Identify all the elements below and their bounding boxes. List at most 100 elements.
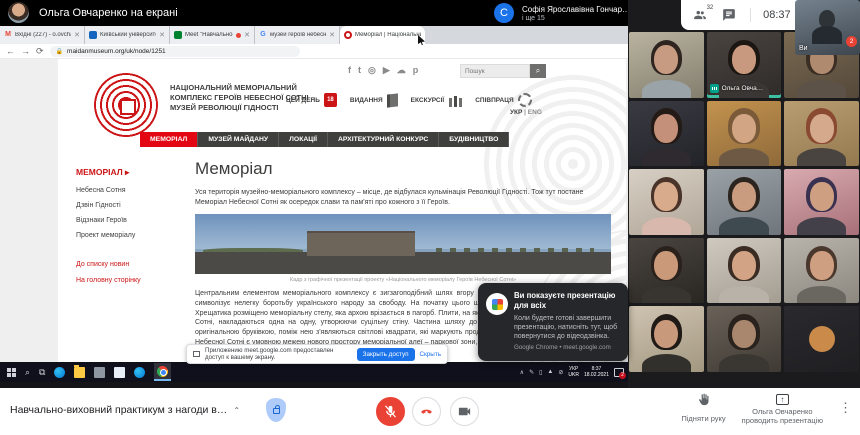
search-icon[interactable]: ⌕: [25, 367, 30, 378]
participant-tile[interactable]: [784, 100, 859, 167]
search-button[interactable]: ⌕: [530, 64, 546, 78]
network-icon[interactable]: ▲: [547, 369, 553, 375]
participant-tile[interactable]: [706, 169, 782, 235]
hide-share-bar-link[interactable]: Скрыть: [420, 351, 442, 358]
participant-tile[interactable]: [629, 32, 704, 98]
youtube-icon[interactable]: ▶: [383, 65, 390, 76]
store-icon[interactable]: [94, 366, 106, 378]
browser-toolbar: ← → ⟳ 🔒 maidanmuseum.org/uk/node/1251: [0, 44, 628, 59]
volume-muted-icon[interactable]: ⊘: [558, 369, 563, 376]
nav-memorial[interactable]: МЕМОРІАЛ: [140, 132, 199, 147]
mic-muted-button[interactable]: [376, 397, 405, 426]
participant-tile[interactable]: Ольга Овча…: [706, 32, 782, 98]
person-silhouette: [654, 45, 679, 74]
lang-eng[interactable]: ENG: [528, 109, 542, 116]
tab-close-icon[interactable]: ✕: [74, 31, 80, 39]
control-bar-right: Підняти руку ↑ Ольга Овчаренко проводить…: [681, 392, 852, 425]
mail-icon[interactable]: [114, 366, 126, 378]
menu-this-day[interactable]: ЦЕЙ ДЕНЬ 18: [286, 93, 337, 107]
notification-badge: 2: [846, 36, 857, 47]
nav-construction[interactable]: БУДІВНИЦТВО: [439, 132, 510, 147]
search-input[interactable]: [460, 64, 530, 78]
sidebar-item-hero-awards[interactable]: Відзнаки Героїв: [76, 217, 181, 224]
news-list-link[interactable]: До списку новин: [76, 261, 181, 268]
edge-icon[interactable]: [54, 366, 66, 378]
menu-excursions[interactable]: ЕКСКУРСІЇ: [411, 93, 463, 107]
host-controls-button[interactable]: [266, 398, 286, 422]
tab-close-icon[interactable]: ✕: [329, 31, 335, 39]
museum-logo-icon[interactable]: [94, 73, 158, 137]
participant-tile[interactable]: [629, 100, 704, 167]
nav-architect-contest[interactable]: АРХІТЕКТУРНИЙ КОНКУРС: [327, 132, 440, 147]
menu-publications[interactable]: ВИДАННЯ: [350, 92, 398, 108]
gmail-icon: M: [5, 31, 11, 38]
tab-close-icon[interactable]: ✕: [159, 31, 165, 39]
participant-tile[interactable]: [706, 306, 782, 372]
person-silhouette: [641, 354, 691, 372]
pen-icon[interactable]: ✎: [529, 369, 534, 376]
site-search: ⌕: [460, 64, 546, 78]
tab-google-search[interactable]: G музей героїв небесної сот… ✕: [255, 26, 340, 44]
participant-count: 32: [706, 5, 714, 11]
participant-tile[interactable]: [784, 237, 859, 304]
participant-tile[interactable]: [629, 306, 704, 372]
home-page-link[interactable]: На головну сторінку: [76, 277, 181, 284]
taskbar-language[interactable]: УКР UKR: [568, 366, 579, 378]
participant-tile[interactable]: [784, 169, 859, 235]
participant-tile-avatar-only[interactable]: [784, 306, 859, 372]
person-silhouette: [797, 79, 847, 98]
self-label: Ви: [799, 45, 808, 52]
camera-button[interactable]: [450, 397, 479, 426]
tab-university[interactable]: Київський університет іме… ✕: [85, 26, 170, 44]
forward-button[interactable]: →: [21, 46, 30, 56]
participant-tile[interactable]: [706, 100, 782, 167]
tab-gmail[interactable]: M Вхідні (227) - o.ovcharen… ✕: [0, 26, 85, 44]
chrome-taskbar-button[interactable]: [154, 363, 172, 381]
nav-maidan-museum[interactable]: МУЗЕЙ МАЙДАНУ: [198, 132, 280, 147]
participants-count-button[interactable]: 32: [693, 5, 713, 22]
start-button[interactable]: [7, 367, 16, 377]
raise-hand-button[interactable]: Підняти руку: [681, 392, 726, 423]
task-view-icon[interactable]: ⧉: [39, 367, 45, 378]
presenting-status[interactable]: ↑ Ольга Овчаренко проводить презентацію: [742, 392, 823, 425]
sidebar-item-memorial-project[interactable]: Проект меморіалу: [76, 232, 181, 239]
notification-center-icon[interactable]: 2: [614, 367, 626, 379]
pinterest-icon[interactable]: p: [413, 65, 419, 76]
soundcloud-icon[interactable]: ☁: [397, 65, 406, 76]
taskbar-tray: ∧ ✎ ▯ ▲ ⊘ УКР UKR 8:37 18.02.2021 2: [520, 366, 628, 379]
twitter-icon[interactable]: t: [358, 65, 361, 76]
popup-body: Коли будете готові завершити презентацію…: [514, 315, 618, 340]
mic-tray-icon[interactable]: ▯: [539, 369, 542, 376]
stop-sharing-button[interactable]: Закрыть доступ: [356, 347, 415, 361]
tray-expand-icon[interactable]: ∧: [520, 369, 524, 376]
edge-icon[interactable]: [134, 366, 146, 378]
person-silhouette: [641, 148, 691, 167]
lang-ukr[interactable]: УКР: [510, 109, 522, 116]
leave-call-button[interactable]: [412, 397, 441, 426]
presentation-popup[interactable]: Ви показуєте презентацію для всіх Коли б…: [478, 283, 628, 361]
participant-tile[interactable]: [706, 237, 782, 304]
sidebar-item-heavenly-hundred[interactable]: Небесна Сотня: [76, 187, 181, 194]
chat-button[interactable]: [722, 8, 738, 22]
meeting-title-button[interactable]: Навчально-виховний практикум з нагоди в……: [10, 404, 240, 416]
sidebar-item-memorial-active[interactable]: МЕМОРІАЛ ▸: [76, 167, 181, 178]
tab-memorial-active[interactable]: Меморіал | Національний…: [340, 26, 425, 44]
address-bar[interactable]: 🔒 maidanmuseum.org/uk/node/1251: [49, 45, 300, 57]
nav-locations[interactable]: ЛОКАЦІЇ: [279, 132, 328, 147]
tab-meet[interactable]: Meet "Навчально-вих…" ✕: [170, 26, 255, 44]
more-options-button[interactable]: ⋮: [839, 400, 852, 416]
participant-tile[interactable]: [629, 237, 704, 304]
taskbar-clock[interactable]: 8:37 18.02.2021: [584, 366, 609, 378]
file-explorer-icon[interactable]: [74, 364, 86, 378]
sidebar-item-bell-of-dignity[interactable]: Дзвін Гідності: [76, 202, 181, 209]
facebook-icon[interactable]: f: [348, 65, 351, 76]
tab-close-icon[interactable]: ✕: [244, 31, 250, 39]
person-silhouette: [719, 148, 769, 167]
self-video-tile[interactable]: Ви 2: [795, 0, 860, 55]
instagram-icon[interactable]: ◎: [368, 65, 376, 76]
refresh-button[interactable]: ⟳: [36, 46, 44, 57]
people-icon: [694, 10, 707, 20]
participant-tile[interactable]: [629, 169, 704, 235]
back-button[interactable]: ←: [6, 46, 15, 56]
menu-cooperation[interactable]: СПІВПРАЦЯ: [475, 93, 532, 107]
